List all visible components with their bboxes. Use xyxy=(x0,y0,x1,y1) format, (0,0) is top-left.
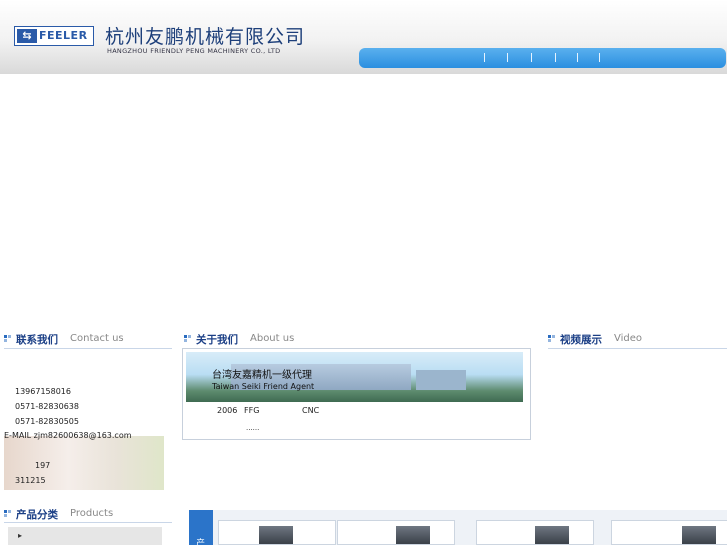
main-nav-bar[interactable] xyxy=(359,48,726,68)
about-brand: FFG xyxy=(244,406,260,415)
video-title-cn: 视频展示 xyxy=(560,334,602,346)
contact-heading: 联系我们 Contact us xyxy=(4,332,172,348)
nav-separator xyxy=(484,53,485,62)
contact-divider xyxy=(4,348,172,349)
contact-title-cn: 联系我们 xyxy=(16,334,58,346)
category-bullet-icon: ▸ xyxy=(18,531,23,540)
about-year: 2006 xyxy=(217,406,238,415)
product-tab-label: 产 xyxy=(196,539,206,549)
nav-separator xyxy=(531,53,532,62)
machine-thumbnail xyxy=(259,526,293,544)
about-heading: 关于我们 About us xyxy=(184,332,532,348)
about-more-link[interactable]: ...... xyxy=(246,424,259,432)
contact-phone-3: 0571-82830505 xyxy=(15,417,79,426)
section-bullet-icon xyxy=(548,335,555,342)
section-bullet-icon xyxy=(4,510,11,517)
machine-thumbnail xyxy=(396,526,430,544)
contact-title-en: Contact us xyxy=(70,333,124,344)
company-name-cn: 杭州友鹏机械有限公司 xyxy=(105,26,306,48)
about-banner-title-cn: 台湾友嘉精机一级代理 xyxy=(212,370,312,381)
section-bullet-icon xyxy=(184,335,191,342)
product-card[interactable] xyxy=(337,520,455,545)
about-banner-image[interactable]: 台湾友嘉精机一级代理 Taiwan Seiki Friend Agent xyxy=(186,352,523,402)
feeler-logo[interactable]: ⇆ FEELER xyxy=(14,26,94,46)
machine-thumbnail xyxy=(682,526,716,544)
product-card[interactable] xyxy=(218,520,336,545)
video-title-en: Video xyxy=(614,333,643,344)
products-divider xyxy=(4,522,172,523)
about-cnc: CNC xyxy=(302,406,320,415)
contact-email[interactable]: E-MAIL zjm82600638@163.com xyxy=(4,431,132,440)
contact-phone-1: 13967158016 xyxy=(15,387,71,396)
about-banner-title-en: Taiwan Seiki Friend Agent xyxy=(212,382,315,391)
building-graphic xyxy=(416,370,466,390)
product-card[interactable] xyxy=(476,520,594,545)
products-heading: 产品分类 Products xyxy=(4,507,172,523)
nav-separator xyxy=(507,53,508,62)
feeler-logo-text: FEELER xyxy=(39,29,88,42)
video-divider xyxy=(548,348,727,349)
nav-separator xyxy=(577,53,578,62)
products-title-en: Products xyxy=(70,508,114,519)
video-heading: 视频展示 Video xyxy=(548,332,727,348)
machine-thumbnail xyxy=(535,526,569,544)
nav-separator xyxy=(599,53,600,62)
product-card[interactable] xyxy=(611,520,727,545)
section-bullet-icon xyxy=(4,335,11,342)
about-panel: 台湾友嘉精机一级代理 Taiwan Seiki Friend Agent 200… xyxy=(182,348,531,440)
contact-phone-2: 0571-82830638 xyxy=(15,402,79,411)
about-title-cn: 关于我们 xyxy=(196,334,238,346)
about-title-en: About us xyxy=(250,333,295,344)
category-item[interactable]: ▸ xyxy=(8,527,162,545)
products-title-cn: 产品分类 xyxy=(16,509,58,521)
nav-separator xyxy=(555,53,556,62)
contact-postcode: 311215 xyxy=(15,476,46,485)
product-showcase-tab[interactable]: 产 xyxy=(189,510,213,549)
contact-address-number: 197 xyxy=(35,461,51,470)
company-name-en: HANGZHOU FRIENDLY PENG MACHINERY CO., LT… xyxy=(107,47,281,55)
feeler-logo-icon: ⇆ xyxy=(17,29,37,43)
